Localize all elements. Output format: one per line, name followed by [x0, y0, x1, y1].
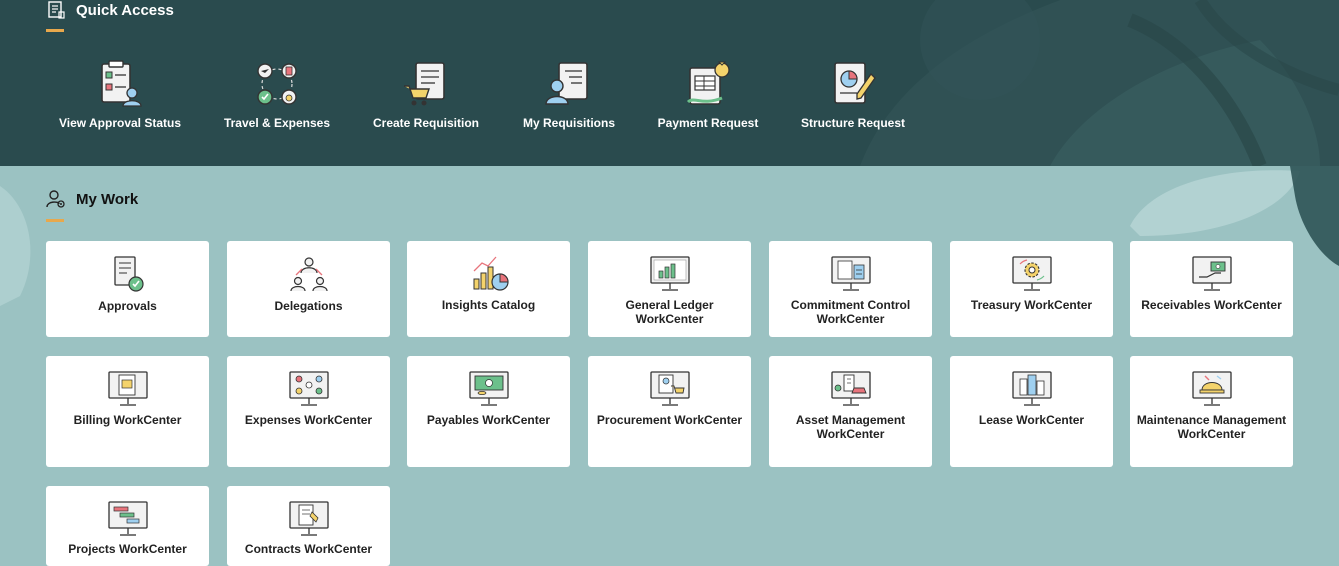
money-bag-document-icon [686, 61, 730, 105]
tile-label: Treasury WorkCenter [970, 298, 1093, 312]
qa-item-label: My Requisitions [522, 116, 615, 130]
tile-label: Expenses WorkCenter [244, 413, 373, 427]
approval-checklist-icon [101, 60, 142, 107]
monitor-signing-icon [289, 501, 329, 536]
person-document-icon [545, 62, 588, 105]
tile-label: Lease WorkCenter [978, 413, 1085, 427]
monitor-gantt-icon [108, 501, 148, 536]
tile-label: Payables WorkCenter [426, 413, 551, 427]
qa-my-requisitions[interactable]: My Requisitions [509, 58, 629, 130]
monitor-invoice-icon [108, 371, 148, 406]
monitor-cash-icon [469, 371, 509, 406]
monitor-cart-icon [650, 371, 690, 406]
tile-projects[interactable]: Projects WorkCenter [46, 486, 209, 566]
cart-document-icon [404, 62, 445, 106]
tile-label: Receivables WorkCenter [1141, 298, 1282, 312]
chart-pencil-document-icon [834, 62, 876, 104]
tile-label: Approvals [98, 299, 157, 313]
tile-insights-catalog[interactable]: Insights Catalog [407, 241, 570, 337]
qa-create-requisition[interactable]: Create Requisition [366, 58, 486, 130]
monitor-calculator-icon [831, 256, 871, 291]
qa-item-label: Payment Request [657, 116, 759, 130]
qa-item-label: View Approval Status [58, 116, 182, 130]
quick-access-underline [46, 29, 64, 32]
monitor-hardhat-icon [1192, 371, 1232, 406]
tile-treasury[interactable]: Treasury WorkCenter [950, 241, 1113, 337]
monitor-bar-chart-icon [650, 256, 690, 291]
tile-maintenance-management[interactable]: Maintenance Management WorkCenter [1130, 356, 1293, 467]
monitor-gear-icon [1012, 256, 1052, 291]
monitor-buildings-icon [1012, 371, 1052, 406]
my-work-underline [46, 219, 64, 222]
qa-view-approval-status[interactable]: View Approval Status [58, 58, 182, 130]
tile-commitment-control[interactable]: Commitment Control WorkCenter [769, 241, 932, 337]
travel-expenses-icon [257, 63, 297, 105]
qa-item-label: Travel & Expenses [223, 116, 331, 130]
qa-structure-request[interactable]: Structure Request [793, 58, 913, 130]
tile-label: Maintenance Management WorkCenter [1136, 413, 1287, 441]
person-gear-icon [46, 190, 65, 208]
document-icon [48, 1, 65, 19]
tile-label: Insights Catalog [441, 298, 536, 312]
bar-chart-pie-icon [473, 256, 509, 291]
qa-payment-request[interactable]: Payment Request [648, 58, 768, 130]
quick-access-header: Quick Access [46, 0, 174, 20]
qa-item-label: Create Requisition [372, 116, 480, 130]
qa-travel-expenses[interactable]: Travel & Expenses [217, 58, 337, 130]
tile-label: Asset Management WorkCenter [795, 413, 906, 441]
tile-expenses[interactable]: Expenses WorkCenter [227, 356, 390, 467]
tile-label: Commitment Control WorkCenter [790, 298, 911, 326]
my-work-header: My Work [46, 189, 138, 209]
quick-access-title: Quick Access [76, 1, 174, 19]
tile-label: Procurement WorkCenter [596, 413, 743, 427]
tile-receivables[interactable]: Receivables WorkCenter [1130, 241, 1293, 337]
tile-label: Projects WorkCenter [68, 542, 187, 556]
monitor-flow-icon [289, 371, 329, 406]
tile-label: Delegations [274, 299, 343, 313]
tile-general-ledger[interactable]: General Ledger WorkCenter [588, 241, 751, 337]
document-check-icon [114, 256, 144, 292]
tile-asset-management[interactable]: Asset Management WorkCenter [769, 356, 932, 467]
tile-payables[interactable]: Payables WorkCenter [407, 356, 570, 467]
tile-contracts[interactable]: Contracts WorkCenter [227, 486, 390, 566]
monitor-building-car-icon [831, 371, 871, 406]
tile-label: General Ledger WorkCenter [625, 298, 714, 326]
tile-delegations[interactable]: Delegations [227, 241, 390, 337]
tile-label: Contracts WorkCenter [244, 542, 373, 556]
tile-approvals[interactable]: Approvals [46, 241, 209, 337]
qa-item-label: Structure Request [800, 116, 906, 130]
tile-label: Billing WorkCenter [73, 413, 182, 427]
monitor-hand-money-icon [1192, 256, 1232, 291]
tile-billing[interactable]: Billing WorkCenter [46, 356, 209, 467]
my-work-title: My Work [76, 190, 139, 208]
people-delegation-icon [290, 257, 328, 292]
tile-lease[interactable]: Lease WorkCenter [950, 356, 1113, 467]
tile-procurement[interactable]: Procurement WorkCenter [588, 356, 751, 467]
